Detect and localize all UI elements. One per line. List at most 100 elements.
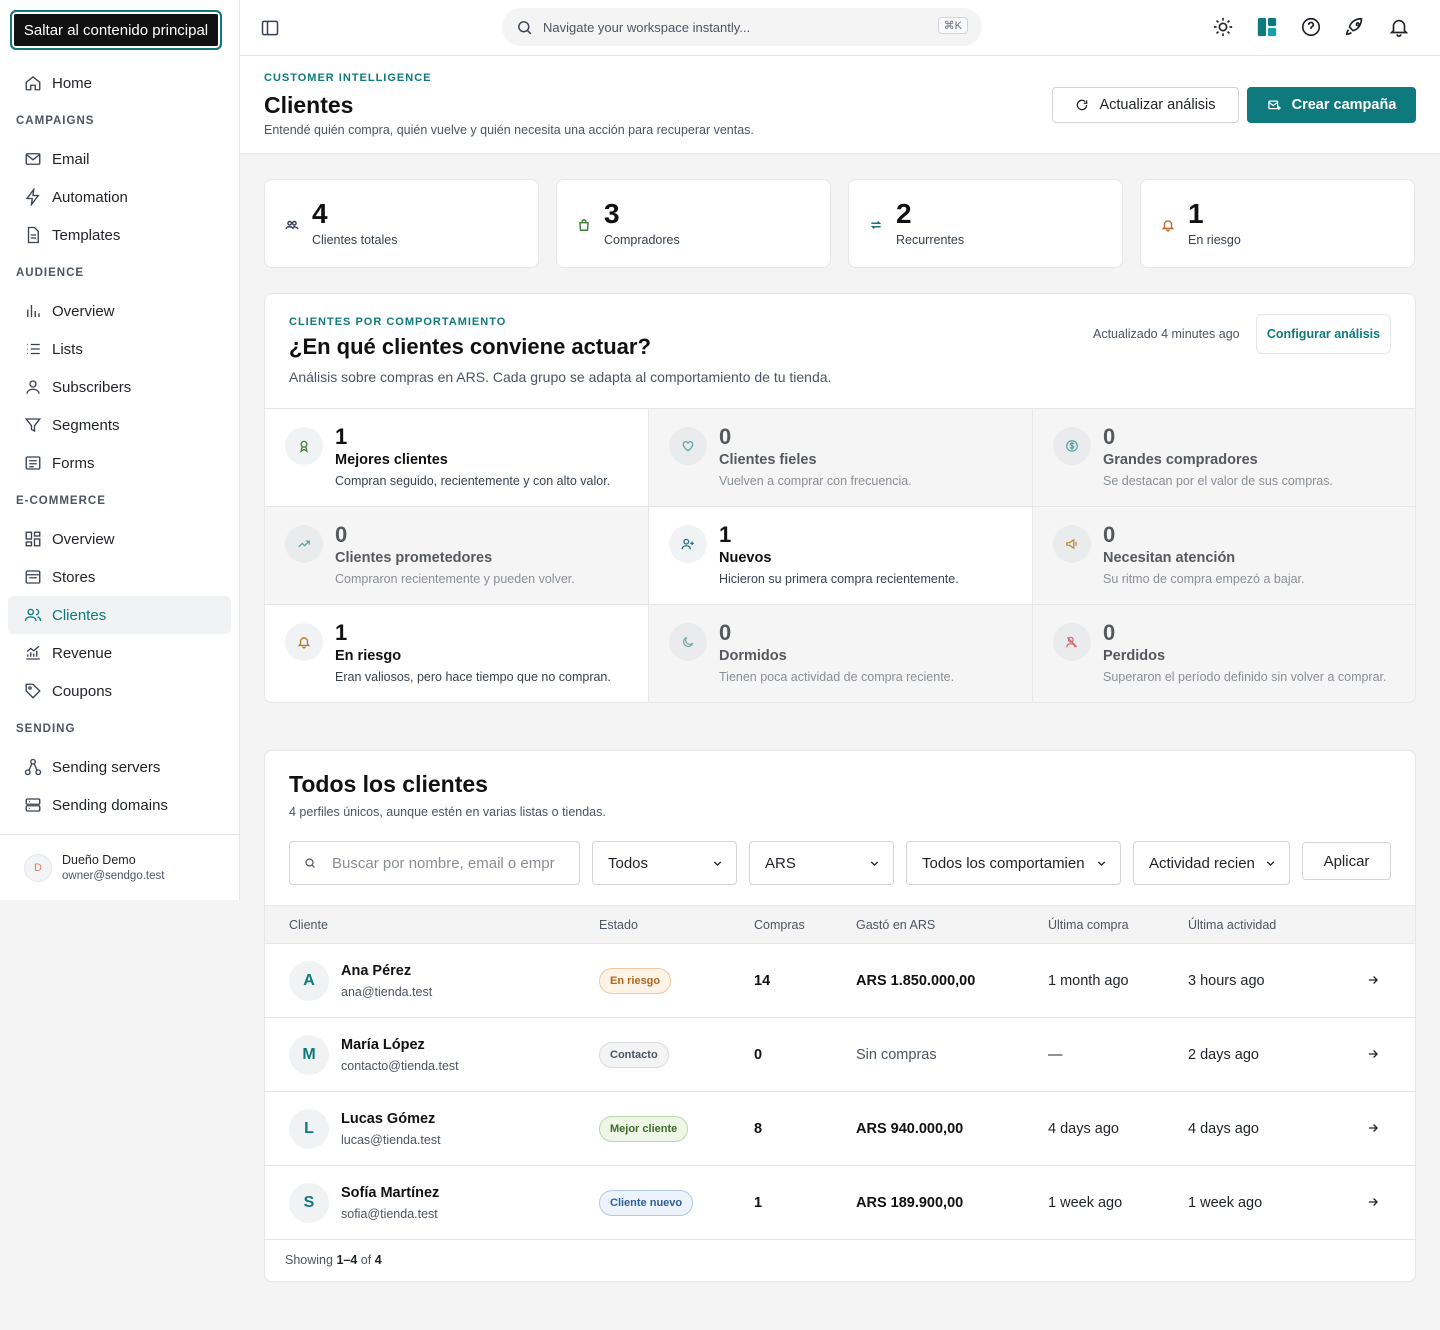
client-name[interactable]: Lucas Gómez (341, 1111, 435, 1127)
table-row[interactable]: L Lucas Gómez lucas@tienda.test Mejor cl… (265, 1092, 1415, 1166)
status-badge: Cliente nuevo (599, 1190, 694, 1216)
dollar-icon (1053, 427, 1091, 465)
client-name[interactable]: Sofía Martínez (341, 1185, 439, 1201)
sidebar-item-audience-overview[interactable]: Overview (8, 292, 231, 330)
segment-name: Nuevos (719, 550, 772, 566)
brand-logo-icon[interactable] (1256, 16, 1278, 38)
status-filter-select[interactable]: Todos (592, 841, 737, 885)
configure-analysis-button[interactable]: Configurar análisis (1256, 314, 1391, 354)
sidebar-item-ecommerce-overview[interactable]: Overview (8, 520, 231, 558)
global-search-input[interactable]: Navigate your workspace instantly... ⌘K (502, 8, 982, 46)
sidebar-item-label: Email (52, 150, 90, 168)
table-row[interactable]: S Sofía Martínez sofia@tienda.test Clien… (265, 1166, 1415, 1240)
segment-card-loyal[interactable]: 0 Clientes fieles Vuelven a comprar con … (649, 409, 1033, 507)
arrow-right-icon[interactable] (1366, 1121, 1380, 1135)
table-row[interactable]: A Ana Pérez ana@tienda.test En riesgo 14… (265, 944, 1415, 1018)
pagination-of: of (360, 1253, 372, 1267)
client-search-input[interactable]: Buscar por nombre, email o empr (289, 841, 580, 885)
sidebar-item-label: Stores (52, 568, 96, 586)
search-icon (516, 19, 533, 36)
sidebar-item-home[interactable]: Home (8, 64, 231, 102)
sun-icon[interactable] (1212, 16, 1234, 38)
chevron-down-icon (868, 857, 881, 870)
moon-icon (669, 623, 707, 661)
sidebar-item-label: Lists (52, 340, 83, 358)
sidebar-item-sending-servers[interactable]: Sending servers (8, 748, 231, 786)
status-badge: Mejor cliente (599, 1116, 689, 1142)
column-header-status[interactable]: Estado (599, 918, 638, 932)
segment-description: Superaron el período definido sin volver… (1103, 670, 1387, 684)
sidebar-item-coupons[interactable]: Coupons (8, 672, 231, 710)
segment-name: Clientes prometedores (335, 550, 493, 566)
behavior-filter-select[interactable]: Todos los comportamien (906, 841, 1121, 885)
page-eyebrow: CUSTOMER INTELLIGENCE (264, 72, 432, 84)
segment-card-new[interactable]: 1 Nuevos Hicieron su primera compra reci… (649, 507, 1033, 605)
column-header-client[interactable]: Cliente (289, 918, 328, 932)
segment-card-need-attention[interactable]: 0 Necesitan atención Su ritmo de compra … (1033, 507, 1415, 605)
sidebar-item-automation[interactable]: Automation (8, 178, 231, 216)
column-header-purchases[interactable]: Compras (754, 918, 805, 932)
help-icon[interactable] (1300, 16, 1322, 38)
segment-name: Mejores clientes (335, 452, 448, 468)
search-placeholder: Buscar por nombre, email o empr (332, 854, 555, 872)
sidebar-item-templates[interactable]: Templates (8, 216, 231, 254)
user-name: Dueño Demo (62, 853, 136, 867)
last-purchase: 4 days ago (1048, 1121, 1119, 1137)
home-icon (24, 74, 42, 92)
notification-bell-icon[interactable] (1388, 16, 1410, 38)
topbar: Navigate your workspace instantly... ⌘K (240, 0, 1440, 56)
status-badge: Contacto (599, 1042, 669, 1068)
sidebar-toggle-icon[interactable] (260, 18, 280, 38)
sidebar-item-stores[interactable]: Stores (8, 558, 231, 596)
arrow-right-icon[interactable] (1366, 1047, 1380, 1061)
rocket-icon[interactable] (1344, 16, 1366, 38)
column-header-spent[interactable]: Gastó en ARS (856, 918, 935, 932)
network-icon (24, 758, 42, 776)
purchase-count: 1 (754, 1195, 763, 1211)
segment-name: En riesgo (335, 648, 402, 664)
activity-filter-select[interactable]: Actividad recien (1133, 841, 1290, 885)
sidebar-item-lists[interactable]: Lists (8, 330, 231, 368)
sidebar-item-revenue[interactable]: Revenue (8, 634, 231, 672)
arrow-right-icon[interactable] (1366, 973, 1380, 987)
skip-to-content-link[interactable]: Saltar al contenido principal (10, 10, 222, 50)
segment-card-best[interactable]: 1 Mejores clientes Compran seguido, reci… (265, 409, 649, 507)
create-campaign-button[interactable]: Crear campaña (1247, 87, 1416, 123)
segment-grid: 1 Mejores clientes Compran seguido, reci… (265, 408, 1415, 702)
sidebar-item-email[interactable]: Email (8, 140, 231, 178)
sidebar-item-label: Sending servers (52, 758, 161, 776)
segment-count: 0 (1103, 522, 1116, 547)
amount-spent: ARS 940.000,00 (856, 1121, 964, 1137)
dashboard-icon (24, 530, 42, 548)
apply-filters-button[interactable]: Aplicar (1302, 842, 1391, 880)
column-header-last-activity[interactable]: Última actividad (1188, 918, 1276, 932)
sidebar-item-segments[interactable]: Segments (8, 406, 231, 444)
sidebar-item-clientes[interactable]: Clientes (8, 596, 231, 634)
behavior-eyebrow: CLIENTES POR COMPORTAMIENTO (289, 316, 507, 328)
client-name[interactable]: Ana Pérez (341, 963, 411, 979)
segment-card-promising[interactable]: 0 Clientes prometedores Compraron recien… (265, 507, 649, 605)
client-name[interactable]: María López (341, 1037, 425, 1053)
form-icon (24, 454, 42, 472)
pagination-total: 4 (374, 1253, 382, 1267)
user-menu[interactable]: D Dueño Demo owner@sendgo.test (0, 834, 239, 900)
sidebar-item-label: Segments (52, 416, 120, 434)
sidebar-item-sending-domains[interactable]: Sending domains (8, 786, 231, 824)
pagination-prefix: Showing (285, 1253, 333, 1267)
table-row[interactable]: M María López contacto@tienda.test Conta… (265, 1018, 1415, 1092)
currency-filter-select[interactable]: ARS (749, 841, 894, 885)
clients-title: Todos los clientes (289, 771, 488, 797)
clients-subtitle: 4 perfiles únicos, aunque estén en varia… (289, 805, 606, 819)
refresh-analysis-button[interactable]: Actualizar análisis (1052, 87, 1239, 123)
segment-card-at-risk[interactable]: 1 En riesgo Eran valiosos, pero hace tie… (265, 605, 649, 702)
store-icon (24, 568, 42, 586)
sidebar-item-forms[interactable]: Forms (8, 444, 231, 482)
segment-card-big-buyers[interactable]: 0 Grandes compradores Se destacan por el… (1033, 409, 1415, 507)
segment-description: Se destacan por el valor de sus compras. (1103, 474, 1333, 488)
segment-card-dormant[interactable]: 0 Dormidos Tienen poca actividad de comp… (649, 605, 1033, 702)
column-header-last-purchase[interactable]: Última compra (1048, 918, 1129, 932)
page-subtitle: Entendé quién compra, quién vuelve y qui… (264, 123, 754, 137)
segment-card-lost[interactable]: 0 Perdidos Superaron el período definido… (1033, 605, 1415, 702)
sidebar-item-subscribers[interactable]: Subscribers (8, 368, 231, 406)
arrow-right-icon[interactable] (1366, 1195, 1380, 1209)
